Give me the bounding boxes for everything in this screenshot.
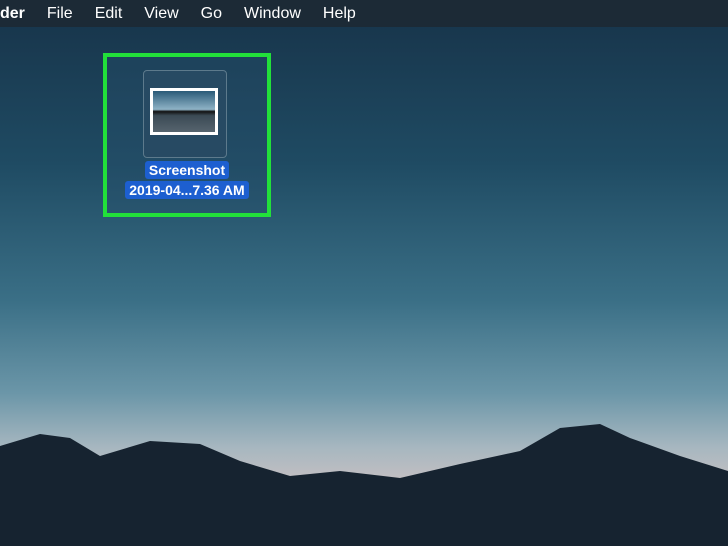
menu-file[interactable]: File [47, 5, 73, 23]
file-name-line1[interactable]: Screenshot [144, 161, 230, 179]
menu-app-name[interactable]: der [0, 5, 25, 23]
menu-view[interactable]: View [144, 5, 178, 23]
menu-window[interactable]: Window [244, 5, 301, 23]
menu-edit[interactable]: Edit [95, 5, 123, 23]
menu-help[interactable]: Help [323, 5, 356, 23]
mountain-silhouette [0, 424, 728, 546]
image-file-icon[interactable] [143, 70, 227, 158]
file-name-line2[interactable]: 2019-04...7.36 AM [125, 181, 249, 199]
menu-bar: der File Edit View Go Window Help [0, 0, 728, 27]
menu-go[interactable]: Go [201, 5, 222, 23]
